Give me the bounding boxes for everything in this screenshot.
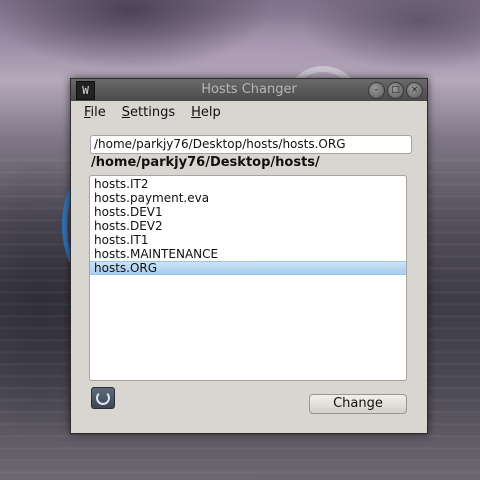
hosts-file-list[interactable]: hosts.IT2 hosts.payment.eva hosts.DEV1 host… [89, 175, 407, 381]
window-controls: – □ × [368, 82, 423, 99]
hosts-list-item[interactable]: hosts.DEV1 [90, 205, 406, 219]
menu-help[interactable]: Help [191, 105, 221, 120]
menu-help-mnemonic: H [191, 104, 201, 120]
menu-settings-label: ettings [130, 104, 176, 120]
menu-file[interactable]: File [84, 105, 106, 120]
menu-file-label: ile [90, 104, 106, 120]
close-button[interactable]: × [406, 82, 423, 99]
refresh-button[interactable] [91, 387, 115, 409]
hosts-list-item[interactable]: hosts.payment.eva [90, 191, 406, 205]
menu-bar: File Settings Help [71, 101, 440, 123]
change-button[interactable]: Change [309, 394, 407, 414]
hosts-list-item[interactable]: hosts.IT1 [90, 233, 406, 247]
title-bar[interactable]: W Hosts Changer – □ × [71, 79, 427, 101]
menu-help-label: elp [200, 104, 221, 120]
hosts-path-field[interactable]: /home/parkjy76/Desktop/hosts/hosts.ORG [90, 135, 412, 154]
hosts-file-list-items: hosts.IT2 hosts.payment.eva hosts.DEV1 host… [90, 176, 406, 275]
hosts-changer-window: W Hosts Changer – □ × File Settings Help… [70, 78, 428, 434]
hosts-list-item[interactable]: hosts.MAINTENANCE [90, 247, 406, 261]
hosts-list-item[interactable]: hosts.IT2 [90, 177, 406, 191]
hosts-list-item[interactable]: hosts.ORG [90, 261, 406, 275]
menu-settings-mnemonic: S [121, 104, 131, 120]
hosts-list-item[interactable]: hosts.DEV2 [90, 219, 406, 233]
menu-settings[interactable]: Settings [122, 105, 175, 120]
maximize-button[interactable]: □ [387, 82, 404, 99]
directory-label: /home/parkjy76/Desktop/hosts/ [91, 155, 320, 170]
refresh-icon [96, 391, 110, 405]
minimize-button[interactable]: – [368, 82, 385, 99]
